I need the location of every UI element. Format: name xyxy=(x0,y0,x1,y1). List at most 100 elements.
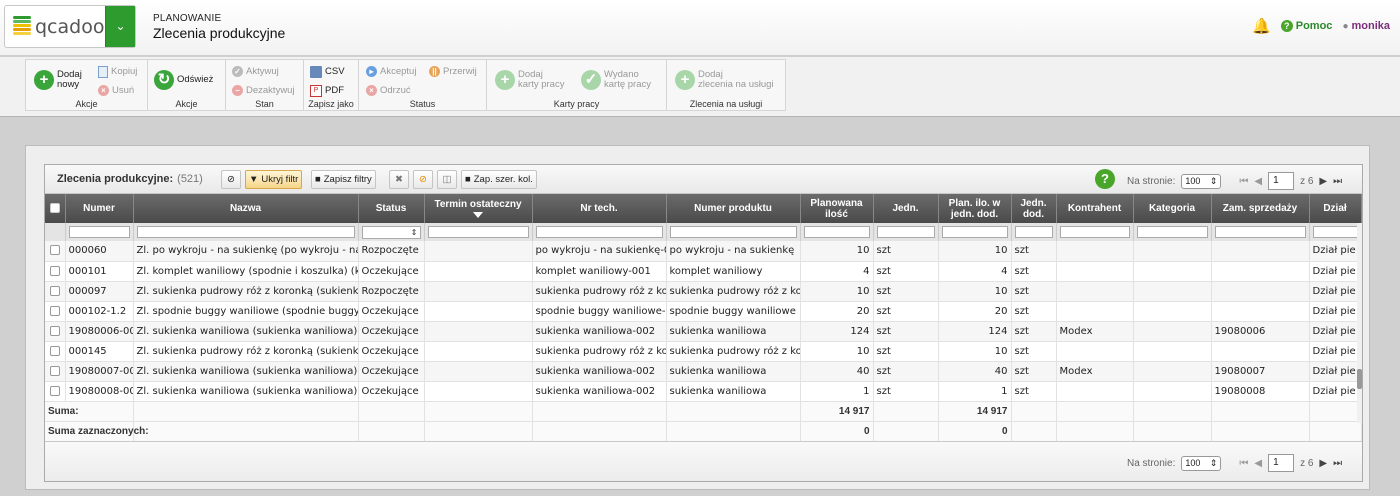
col-planowana-ilosc[interactable]: Planowana ilość xyxy=(800,194,874,223)
last-page-icon[interactable]: ⏭ xyxy=(1333,176,1342,187)
cell-nazwa[interactable]: Zl. sukienka waniliowa (sukienka wanilio… xyxy=(133,381,359,402)
filter-kategoria[interactable] xyxy=(1133,223,1212,241)
cell-numer[interactable]: 000102-1.2 xyxy=(65,301,134,322)
filter-planowana-ilosc[interactable] xyxy=(800,223,874,241)
reset-button[interactable]: ⊘ xyxy=(413,170,433,189)
cell-nazwa[interactable]: Zl. sukienka waniliowa (sukienka wanilio… xyxy=(133,321,359,342)
select-all-checkbox[interactable] xyxy=(45,194,66,223)
col-termin[interactable]: Termin ostateczny xyxy=(424,194,533,223)
row-checkbox[interactable] xyxy=(45,281,66,302)
filter-numer-produktu[interactable] xyxy=(666,223,801,241)
filter-jedn-dod[interactable] xyxy=(1011,223,1057,241)
vertical-scrollbar[interactable] xyxy=(1357,223,1362,423)
row-checkbox[interactable] xyxy=(45,261,66,282)
filter-termin[interactable] xyxy=(424,223,533,241)
table-row[interactable]: 000145 Zl. sukienka pudrowy róż z koronką… xyxy=(45,341,1362,362)
col-plan-ilo-dod[interactable]: Plan. ilo. w jedn. dod. xyxy=(938,194,1012,223)
menu-toggle-button[interactable]: ⌄ xyxy=(105,6,135,47)
col-status[interactable]: Status xyxy=(358,194,425,223)
filter-dzial[interactable] xyxy=(1309,223,1362,241)
table-row[interactable]: 19080007-001Zl. sukienka waniliowa (suki… xyxy=(45,361,1362,382)
row-checkbox[interactable] xyxy=(45,341,66,362)
filter-zam-sprzedazy[interactable] xyxy=(1211,223,1310,241)
add-work-cards-button[interactable]: + Dodaj karty pracy xyxy=(495,70,564,90)
deactivate-button[interactable]: − Dezaktywuj xyxy=(232,85,295,96)
per-page-select[interactable]: 100 ⇕ xyxy=(1181,173,1222,189)
filter-nazwa[interactable] xyxy=(133,223,359,241)
col-dzial[interactable]: Dział xyxy=(1309,194,1362,223)
cell-numer[interactable]: 000145 xyxy=(65,341,134,362)
table-row[interactable]: 000097 Zl. sukienka pudrowy róż z koronką… xyxy=(45,281,1362,302)
col-numer[interactable]: Numer xyxy=(65,194,134,223)
col-numer-produktu[interactable]: Numer produktu xyxy=(666,194,801,223)
row-checkbox[interactable] xyxy=(45,361,66,382)
prev-page-icon[interactable]: ◀ xyxy=(1254,176,1262,187)
cell-numer[interactable]: 000060 xyxy=(65,241,134,262)
cell-numer[interactable]: 19080008-001 xyxy=(65,381,134,402)
col-zam-sprzedazy[interactable]: Zam. sprzedaży xyxy=(1211,194,1310,223)
filter-nr-tech[interactable] xyxy=(532,223,667,241)
per-page-select[interactable]: 100 ⇕ xyxy=(1181,455,1222,471)
cell-nazwa[interactable]: Zl. sukienka waniliowa (sukienka wanilio… xyxy=(133,361,359,382)
multi-search-button[interactable]: ⊘ xyxy=(221,170,241,189)
table-row[interactable]: 19080006-001Zl. sukienka waniliowa (suki… xyxy=(45,321,1362,342)
table-row[interactable]: 000102-1.2 Zl. spodnie buggy waniliowe (s… xyxy=(45,301,1362,322)
help-icon[interactable]: ? xyxy=(1095,169,1115,189)
filter-numer[interactable] xyxy=(65,223,134,241)
logo-menu[interactable]: qcadoo ⌄ xyxy=(4,5,136,48)
filter-jedn[interactable] xyxy=(873,223,939,241)
help-link[interactable]: ? Pomoc xyxy=(1280,20,1332,32)
copy-button[interactable]: Kopiuj xyxy=(98,66,137,78)
columns-button[interactable]: ◫ xyxy=(437,170,457,189)
col-kontrahent[interactable]: Kontrahent xyxy=(1056,194,1134,223)
export-pdf-button[interactable]: P PDF xyxy=(310,85,344,97)
row-checkbox[interactable] xyxy=(45,381,66,402)
cell-numer[interactable]: 19080006-001 xyxy=(65,321,134,342)
save-column-widths-button[interactable]: ■ Zap. szer. kol. xyxy=(461,170,537,189)
last-page-icon[interactable]: ⏭ xyxy=(1333,458,1342,469)
cell-nazwa[interactable]: Zl. sukienka pudrowy róż z koronką (suki… xyxy=(133,281,359,302)
prev-page-icon[interactable]: ◀ xyxy=(1254,458,1262,469)
reject-button[interactable]: × Odrzuć xyxy=(366,85,411,96)
add-new-button[interactable]: + Dodaj nowy xyxy=(34,70,82,90)
cell-nazwa[interactable]: Zl. spodnie buggy waniliowe (spodnie bug… xyxy=(133,301,359,322)
cell-numer[interactable]: 000097 xyxy=(65,281,134,302)
col-kategoria[interactable]: Kategoria xyxy=(1133,194,1212,223)
next-page-icon[interactable]: ▶ xyxy=(1319,458,1327,469)
row-checkbox[interactable] xyxy=(45,321,66,342)
next-page-icon[interactable]: ▶ xyxy=(1319,176,1327,187)
issued-work-card-button[interactable]: ✓ Wydano kartę pracy xyxy=(581,70,651,90)
scroll-thumb[interactable] xyxy=(1357,369,1362,389)
page-input[interactable]: 1 xyxy=(1268,454,1295,472)
table-row[interactable]: 000060 Zl. po wykroju - na sukienkę (po w… xyxy=(45,241,1362,262)
table-row[interactable]: 000101 Zl. komplet waniliowy (spodnie i k… xyxy=(45,261,1362,282)
cell-nazwa[interactable]: Zl. komplet waniliowy (spodnie i koszulk… xyxy=(133,261,359,282)
row-checkbox[interactable] xyxy=(45,301,66,322)
notification-bell-icon[interactable]: 🔔 xyxy=(1252,17,1271,35)
save-filters-button[interactable]: ■ Zapisz filtry xyxy=(311,170,376,189)
page-input[interactable]: 1 xyxy=(1268,172,1295,190)
accept-button[interactable]: ▸ Akceptuj xyxy=(366,66,416,77)
col-nr-tech[interactable]: Nr tech. xyxy=(532,194,667,223)
filter-kontrahent[interactable] xyxy=(1056,223,1134,241)
cell-numer[interactable]: 19080007-001 xyxy=(65,361,134,382)
export-csv-button[interactable]: CSV xyxy=(310,66,345,78)
first-page-icon[interactable]: ⏮ xyxy=(1239,176,1248,187)
add-service-orders-button[interactable]: + Dodaj zlecenia na usługi xyxy=(675,70,774,90)
col-jedn-dod[interactable]: Jedn. dod. xyxy=(1011,194,1057,223)
col-jedn[interactable]: Jedn. xyxy=(873,194,939,223)
clear-filters-button[interactable]: ✖ xyxy=(389,170,409,189)
user-menu[interactable]: ● monika xyxy=(1342,20,1390,32)
activate-button[interactable]: ✓ Aktywuj xyxy=(232,66,279,77)
cell-nazwa[interactable]: Zl. sukienka pudrowy róż z koronką (suki… xyxy=(133,341,359,362)
table-row[interactable]: 19080008-001Zl. sukienka waniliowa (suki… xyxy=(45,381,1362,402)
cell-nazwa[interactable]: Zl. po wykroju - na sukienkę (po wykroju… xyxy=(133,241,359,262)
refresh-button[interactable]: ↻ Odśwież xyxy=(154,70,213,90)
first-page-icon[interactable]: ⏮ xyxy=(1239,458,1248,469)
col-nazwa[interactable]: Nazwa xyxy=(133,194,359,223)
cell-numer[interactable]: 000101 xyxy=(65,261,134,282)
hide-filter-button[interactable]: ▼ Ukryj filtr xyxy=(245,170,303,189)
row-checkbox[interactable] xyxy=(45,241,66,262)
filter-status[interactable]: ⇕ xyxy=(358,223,425,241)
filter-plan-ilo-dod[interactable] xyxy=(938,223,1012,241)
